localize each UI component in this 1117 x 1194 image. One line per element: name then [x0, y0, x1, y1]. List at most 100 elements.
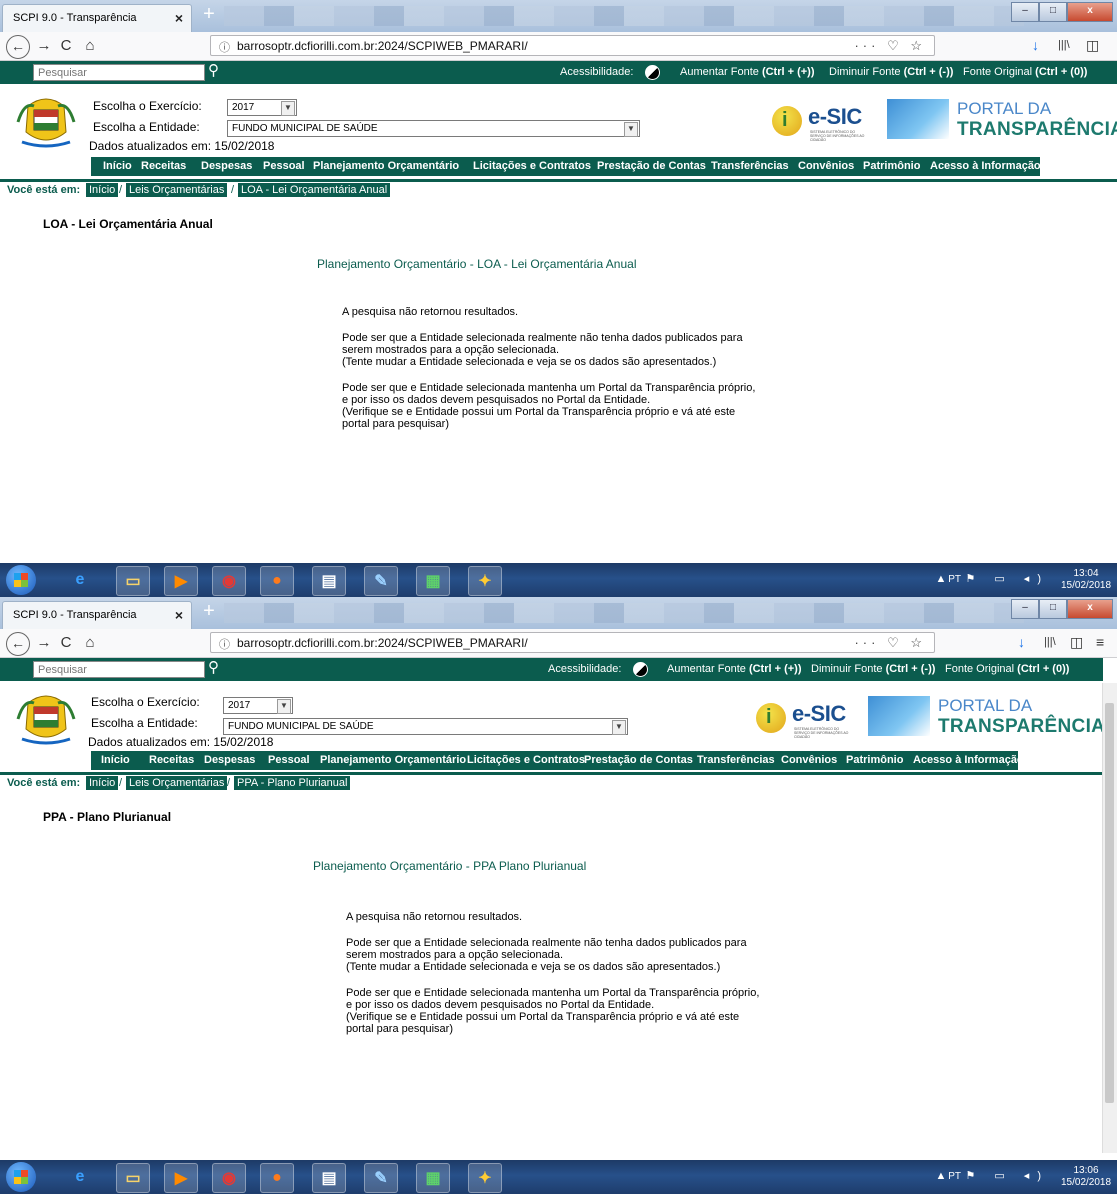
tray-icons[interactable]: ▲ ⚑ ▭ ◂) [936, 1169, 1050, 1182]
tray-icons[interactable]: ▲ ⚑ ▭ ◂) [936, 572, 1050, 585]
menu-item-patrimonio[interactable]: Patrimônio [863, 160, 920, 172]
sidebar-icon[interactable]: ◫ [1070, 634, 1083, 651]
firefox-icon[interactable]: ● [260, 566, 294, 596]
paint-icon[interactable]: ✎ [364, 1163, 398, 1193]
breadcrumb-leis[interactable]: Leis Orçamentárias [126, 776, 228, 790]
sidebar-icon[interactable]: ◫ [1086, 37, 1099, 54]
url-text[interactable]: barrosoptr.dcfiorilli.com.br:2024/SCPIWE… [237, 636, 528, 650]
search-input[interactable] [33, 64, 205, 81]
entidade-select[interactable]: FUNDO MUNICIPAL DE SAÚDE ▼ [227, 120, 640, 137]
menu-item-convenios[interactable]: Convênios [781, 754, 837, 766]
esic-logo[interactable]: i e-SIC SISTEMA ELETRÔNICO DO SERVIÇO DE… [756, 701, 868, 739]
media-player-icon[interactable]: ▶ [164, 1163, 198, 1193]
menu-icon[interactable]: ≡ [1096, 634, 1104, 650]
menu-item-patrimonio[interactable]: Patrimônio [846, 754, 903, 766]
original-font-link[interactable]: Fonte Original (Ctrl + (0)) [963, 66, 1087, 78]
close-tab-icon[interactable]: × [175, 10, 183, 26]
menu-item-licitacoes[interactable]: Licitações e Contratos [467, 754, 585, 766]
back-arrow-icon[interactable]: ← [6, 632, 30, 656]
url-bar[interactable]: ⓘ barrosoptr.dcfiorilli.com.br:2024/SCPI… [210, 632, 935, 653]
menu-item-inicio[interactable]: Início [101, 754, 130, 766]
home-icon[interactable]: ⌂ [80, 37, 100, 55]
esic-logo[interactable]: i e-SIC SISTEMA ELETRÔNICO DO SERVIÇO DE… [772, 104, 884, 142]
menu-item-convenios[interactable]: Convênios [798, 160, 854, 172]
page-actions-icons[interactable]: ··· ♡ ☆ [854, 38, 926, 54]
download-icon[interactable]: ↓ [1032, 37, 1039, 53]
url-text[interactable]: barrosoptr.dcfiorilli.com.br:2024/SCPIWE… [237, 39, 528, 53]
minimize-button[interactable]: – [1011, 599, 1039, 619]
home-icon[interactable]: ⌂ [80, 634, 100, 652]
internet-explorer-icon[interactable]: e [64, 566, 96, 594]
file-explorer-icon[interactable]: ▭ [116, 566, 150, 596]
windows-start-icon[interactable] [6, 1162, 36, 1192]
breadcrumb-inicio[interactable]: Início [86, 776, 119, 790]
file-explorer-icon[interactable]: ▭ [116, 1163, 150, 1193]
forward-arrow-icon[interactable]: → [34, 37, 54, 55]
menu-item-despesas[interactable]: Despesas [201, 160, 252, 172]
window-close-button[interactable]: x [1067, 2, 1113, 22]
media-player-icon[interactable]: ▶ [164, 566, 198, 596]
windows-start-icon[interactable] [6, 565, 36, 595]
close-tab-icon[interactable]: × [175, 607, 183, 623]
decrease-font-link[interactable]: Diminuir Fonte (Ctrl + (-)) [829, 66, 953, 78]
portal-transparencia-logo[interactable]: PORTAL DA TRANSPARÊNCIA [868, 696, 1105, 740]
system-clock[interactable]: 13:06 15/02/2018 [1061, 1165, 1111, 1189]
app-icon[interactable]: ✦ [468, 1163, 502, 1193]
decrease-font-link[interactable]: Diminuir Fonte (Ctrl + (-)) [811, 663, 935, 675]
maximize-button[interactable]: □ [1039, 2, 1067, 22]
contrast-icon[interactable] [633, 662, 648, 677]
word-document-icon[interactable]: ▤ [312, 566, 346, 596]
contrast-icon[interactable] [645, 65, 660, 80]
menu-item-pessoal[interactable]: Pessoal [263, 160, 305, 172]
search-input[interactable] [33, 661, 205, 678]
menu-item-despesas[interactable]: Despesas [204, 754, 255, 766]
system-clock[interactable]: 13:04 15/02/2018 [1061, 568, 1111, 592]
spreadsheet-icon[interactable]: ▦ [416, 566, 450, 596]
search-icon[interactable]: ⚲ [208, 61, 219, 79]
maximize-button[interactable]: □ [1039, 599, 1067, 619]
menu-item-receitas[interactable]: Receitas [149, 754, 194, 766]
info-icon[interactable]: ⓘ [219, 636, 230, 652]
menu-item-acesso-informacao[interactable]: Acesso à Informação [930, 160, 1041, 172]
forward-arrow-icon[interactable]: → [34, 634, 54, 652]
word-document-icon[interactable]: ▤ [312, 1163, 346, 1193]
reload-icon[interactable]: C [56, 37, 76, 55]
menu-item-inicio[interactable]: Início [103, 160, 132, 172]
menu-item-acesso-informacao[interactable]: Acesso à Informação [913, 754, 1024, 766]
menu-item-licitacoes[interactable]: Licitações e Contratos [473, 160, 591, 172]
library-icon[interactable]: |||\ [1044, 636, 1056, 648]
vertical-scrollbar[interactable] [1102, 683, 1117, 1153]
spreadsheet-icon[interactable]: ▦ [416, 1163, 450, 1193]
back-arrow-icon[interactable]: ← [6, 35, 30, 59]
menu-item-prestacao[interactable]: Prestação de Contas [597, 160, 706, 172]
menu-item-receitas[interactable]: Receitas [141, 160, 186, 172]
reload-icon[interactable]: C [56, 634, 76, 652]
app-icon[interactable]: ✦ [468, 566, 502, 596]
breadcrumb-current[interactable]: LOA - Lei Orçamentária Anual [238, 183, 391, 197]
minimize-button[interactable]: – [1011, 2, 1039, 22]
menu-item-planejamento[interactable]: Planejamento Orçamentário [313, 160, 459, 172]
window-close-button[interactable]: x [1067, 599, 1113, 619]
increase-font-link[interactable]: Aumentar Fonte (Ctrl + (+)) [680, 66, 815, 78]
paint-icon[interactable]: ✎ [364, 566, 398, 596]
url-bar[interactable]: ⓘ barrosoptr.dcfiorilli.com.br:2024/SCPI… [210, 35, 935, 56]
menu-item-transferencias[interactable]: Transferências [711, 160, 789, 172]
breadcrumb-leis[interactable]: Leis Orçamentárias [126, 183, 228, 197]
scrollbar-thumb[interactable] [1105, 703, 1114, 1103]
exercicio-select[interactable]: 2017 ▼ [223, 697, 293, 714]
internet-explorer-icon[interactable]: e [64, 1163, 96, 1191]
browser-tab[interactable]: SCPI 9.0 - Transparência × [2, 601, 192, 629]
entidade-select[interactable]: FUNDO MUNICIPAL DE SAÚDE ▼ [223, 718, 628, 735]
portal-transparencia-logo[interactable]: PORTAL DA TRANSPARÊNCIA [887, 99, 1117, 143]
menu-item-transferencias[interactable]: Transferências [697, 754, 775, 766]
menu-item-pessoal[interactable]: Pessoal [268, 754, 310, 766]
menu-item-prestacao[interactable]: Prestação de Contas [584, 754, 693, 766]
new-tab-icon[interactable]: + [198, 601, 220, 623]
menu-item-planejamento[interactable]: Planejamento Orçamentário [320, 754, 466, 766]
new-tab-icon[interactable]: + [198, 4, 220, 26]
chrome-icon[interactable]: ◉ [212, 1163, 246, 1193]
breadcrumb-current[interactable]: PPA - Plano Plurianual [234, 776, 351, 790]
library-icon[interactable]: |||\ [1058, 39, 1070, 51]
download-icon[interactable]: ↓ [1018, 634, 1025, 650]
browser-tab[interactable]: SCPI 9.0 - Transparência × [2, 4, 192, 32]
